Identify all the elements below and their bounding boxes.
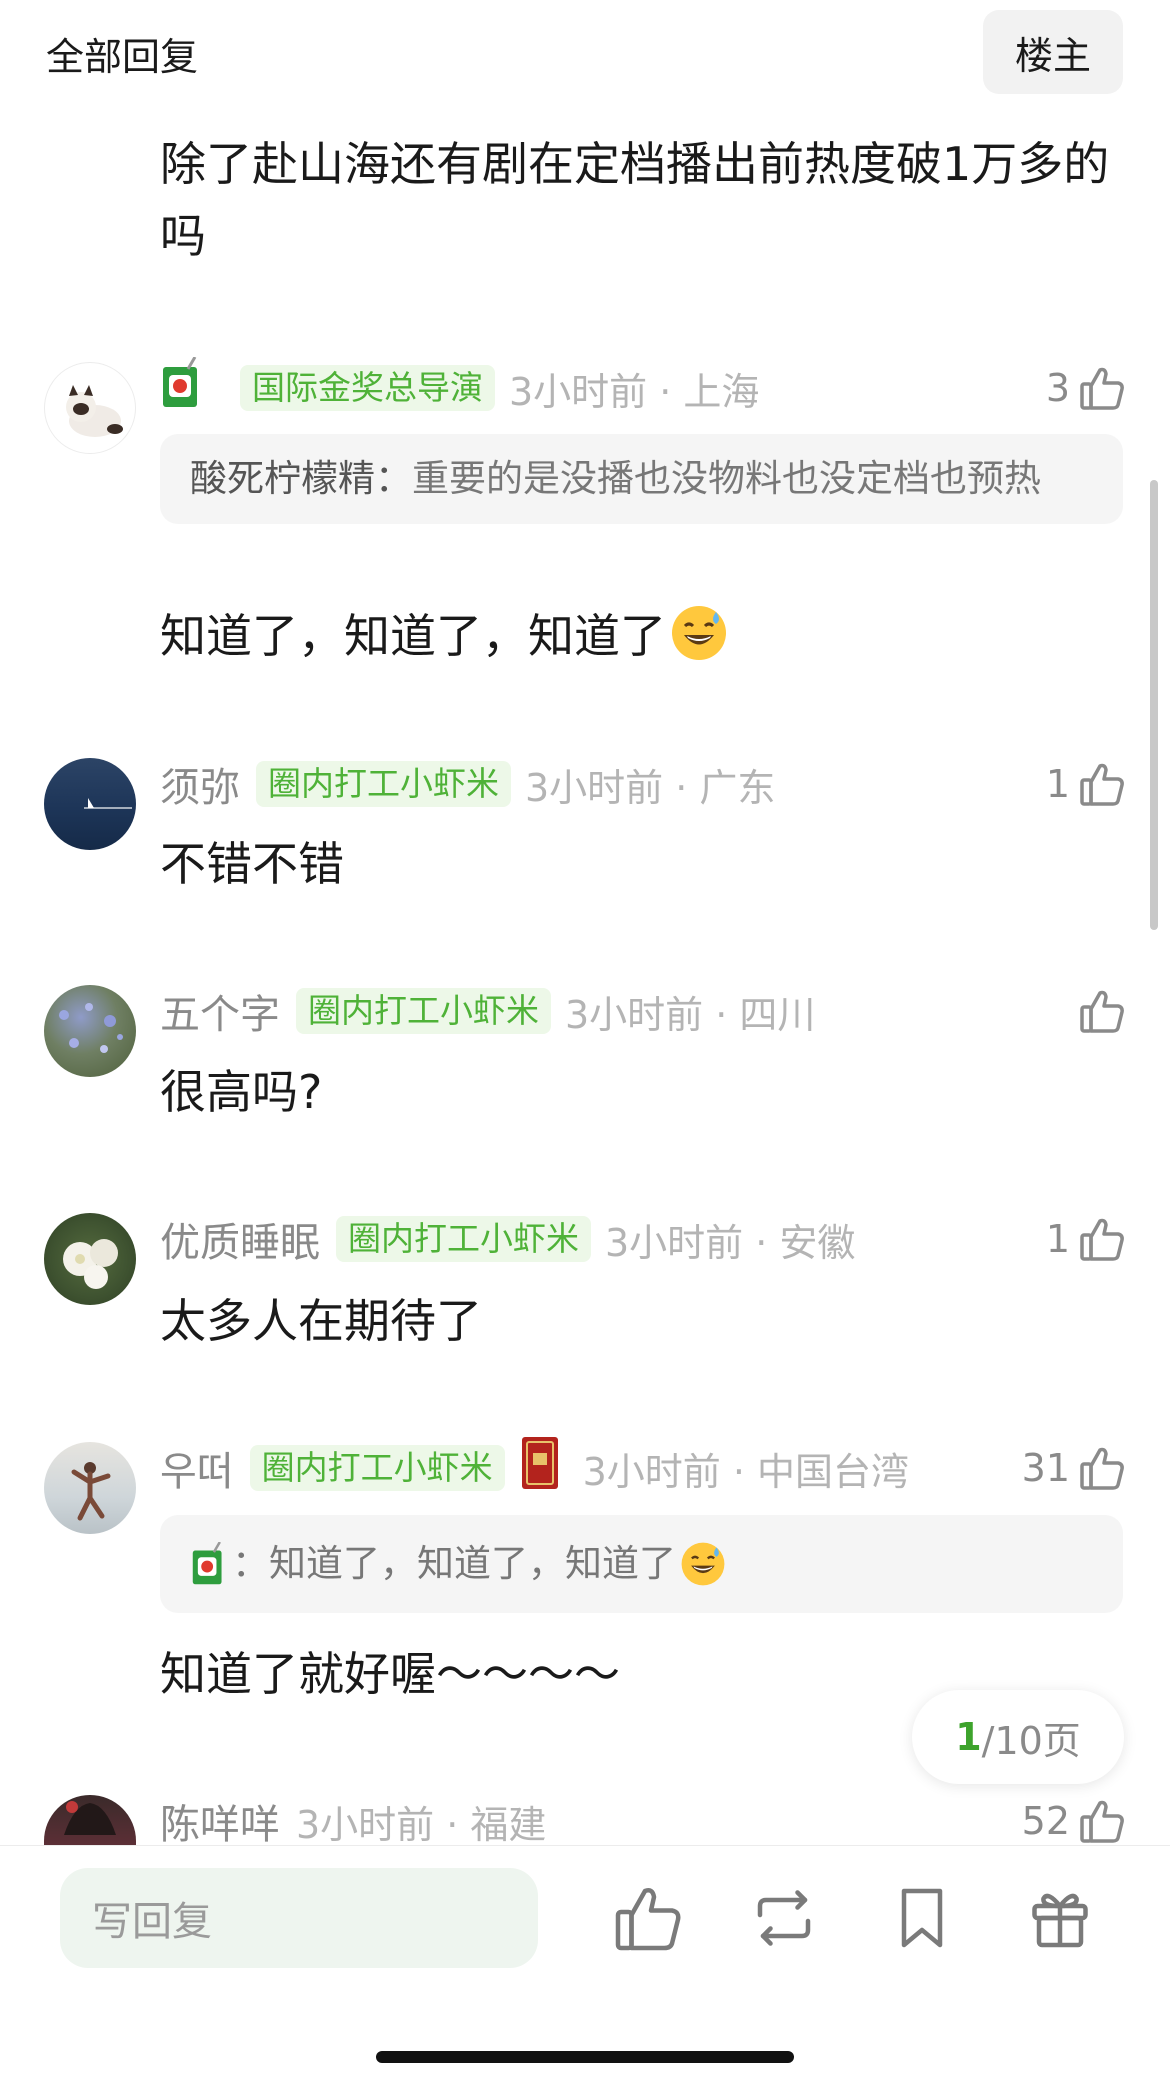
comment-text: 知道了就好喔～～～～ bbox=[160, 1647, 620, 1701]
comment-username[interactable]: 陈咩咩 bbox=[160, 1792, 280, 1850]
comment-time-location: 3小时前 · 安徽 bbox=[605, 1220, 856, 1265]
comment-time-location: 3小时前 · 广东 bbox=[525, 765, 776, 810]
comment-meta: 陈咩咩 3小时前 · 福建 bbox=[160, 1792, 547, 1850]
avatar-sea[interactable] bbox=[44, 758, 136, 850]
comment-text: 太多人在期待了 bbox=[160, 1294, 482, 1348]
quoted-reply[interactable]: 酸死柠檬精：重要的是没播也没物料也没定档也预热 bbox=[160, 434, 1123, 524]
sailboat-icon bbox=[84, 798, 132, 809]
comment-time-location: 3小时前 · 上海 bbox=[509, 369, 760, 414]
comment-username[interactable]: 우떠 bbox=[160, 1439, 234, 1497]
dancer-photo-icon bbox=[71, 1462, 111, 1521]
comment-time-location: 3小时前 · 福建 bbox=[296, 1802, 547, 1847]
comment-text: 不错不错 bbox=[160, 837, 344, 891]
reply-input[interactable]: 写回复 bbox=[60, 1868, 538, 1968]
cat-avatar-icon bbox=[66, 385, 123, 437]
avatar-dancer[interactable] bbox=[44, 1442, 136, 1534]
thumbs-up-icon bbox=[1080, 763, 1124, 806]
like-count: 52 bbox=[1021, 1799, 1070, 1843]
like-count: 1 bbox=[1045, 762, 1070, 806]
flower-field-icon bbox=[59, 1003, 123, 1053]
user-badge: 国际金奖总导演 bbox=[240, 365, 495, 411]
like-count: 3 bbox=[1045, 366, 1070, 410]
sweat-smile-emoji-icon bbox=[681, 1542, 725, 1586]
current-page: 1 bbox=[955, 1715, 982, 1759]
thumbs-up-icon bbox=[615, 1888, 681, 1951]
thumbs-up-icon bbox=[1080, 990, 1124, 1033]
comment-meta: 国际金奖总导演 3小时前 · 上海 bbox=[160, 356, 760, 414]
repost-icon bbox=[757, 1890, 811, 1946]
avatar-flowers[interactable] bbox=[44, 985, 136, 1077]
red-book-badge-icon bbox=[519, 1435, 561, 1501]
user-badge: 圈内打工小虾米 bbox=[249, 1445, 505, 1491]
header-title: 全部回复 bbox=[46, 35, 199, 79]
comment-time-location: 3小时前 · 中国台湾 bbox=[582, 1449, 910, 1494]
user-badge: 圈内打工小虾米 bbox=[336, 1216, 591, 1262]
owner-filter-button[interactable]: 楼主 bbox=[983, 10, 1123, 94]
user-badge: 圈内打工小虾米 bbox=[296, 988, 551, 1034]
quote-text: ：知道了，知道了，知道了 bbox=[232, 1542, 676, 1585]
like-button[interactable]: 1 bbox=[1046, 758, 1126, 810]
comment-time-location: 3小时前 · 四川 bbox=[565, 992, 816, 1037]
like-button[interactable]: 3 bbox=[1046, 362, 1126, 414]
like-count: 1 bbox=[1045, 1217, 1070, 1261]
bottom-bar: 写回复 bbox=[0, 1845, 1170, 2093]
comment-meta: 우떠 圈内打工小虾米 3小时前 · 中国台湾 bbox=[160, 1437, 910, 1497]
avatar-cat[interactable] bbox=[44, 362, 136, 454]
like-button[interactable]: 31 bbox=[1022, 1442, 1126, 1494]
comment-text: 很高吗? bbox=[160, 1065, 323, 1119]
gift-button[interactable] bbox=[1024, 1882, 1096, 1954]
quote-author: 酸死柠檬精： bbox=[190, 457, 412, 500]
like-button[interactable] bbox=[1078, 985, 1126, 1037]
scrollbar[interactable] bbox=[1150, 480, 1158, 930]
user-badge: 圈内打工小虾米 bbox=[256, 761, 511, 807]
quoted-reply[interactable]: ：知道了，知道了，知道了 bbox=[160, 1515, 1123, 1613]
juice-box-icon bbox=[192, 1542, 222, 1585]
bookmark-button[interactable] bbox=[886, 1882, 958, 1954]
repost-button[interactable] bbox=[748, 1882, 820, 1954]
comment-text: 知道了，知道了，知道了 bbox=[160, 600, 728, 666]
comment-meta: 五个字 圈内打工小虾米 3小时前 · 四川 bbox=[160, 982, 816, 1040]
thumbs-up-icon bbox=[1080, 367, 1124, 410]
total-pages: /10页 bbox=[981, 1718, 1081, 1763]
avatar-white-flowers[interactable] bbox=[44, 1213, 136, 1305]
comment-username[interactable]: 须弥 bbox=[160, 755, 240, 813]
post-text: 除了赴山海还有剧在定档播出前热度破1万多的吗 bbox=[160, 137, 1110, 263]
like-button[interactable]: 52 bbox=[1022, 1795, 1126, 1847]
comment-meta: 须弥 圈内打工小虾米 3小时前 · 广东 bbox=[160, 755, 776, 813]
like-post-button[interactable] bbox=[612, 1882, 684, 1954]
thumbs-up-icon bbox=[1080, 1218, 1124, 1261]
quote-text: 重要的是没播也没物料也没定档也预热 bbox=[412, 457, 1041, 500]
comment-meta: 优质睡眠 圈内打工小虾米 3小时前 · 安徽 bbox=[160, 1210, 856, 1268]
gift-icon bbox=[1032, 1893, 1088, 1948]
like-count: 31 bbox=[1021, 1446, 1070, 1490]
character-avatar-icon bbox=[64, 1801, 116, 1835]
sweat-smile-emoji-icon bbox=[672, 606, 726, 660]
bookmark-icon bbox=[901, 1888, 943, 1948]
thumbs-up-icon bbox=[1080, 1800, 1124, 1843]
juice-box-icon bbox=[160, 356, 202, 419]
page-indicator[interactable]: 1/10页 bbox=[912, 1690, 1124, 1784]
thumbs-up-icon bbox=[1080, 1447, 1124, 1490]
comment-username[interactable]: 优质睡眠 bbox=[160, 1210, 320, 1268]
home-indicator bbox=[376, 2051, 794, 2063]
white-flower-icon bbox=[63, 1239, 118, 1289]
comment-username[interactable]: 五个字 bbox=[160, 982, 280, 1040]
avatar-character[interactable] bbox=[44, 1795, 136, 1845]
like-button[interactable]: 1 bbox=[1046, 1213, 1126, 1265]
reply-placeholder: 写回复 bbox=[92, 1899, 212, 1945]
comment-text-content: 知道了，知道了，知道了 bbox=[160, 609, 666, 663]
